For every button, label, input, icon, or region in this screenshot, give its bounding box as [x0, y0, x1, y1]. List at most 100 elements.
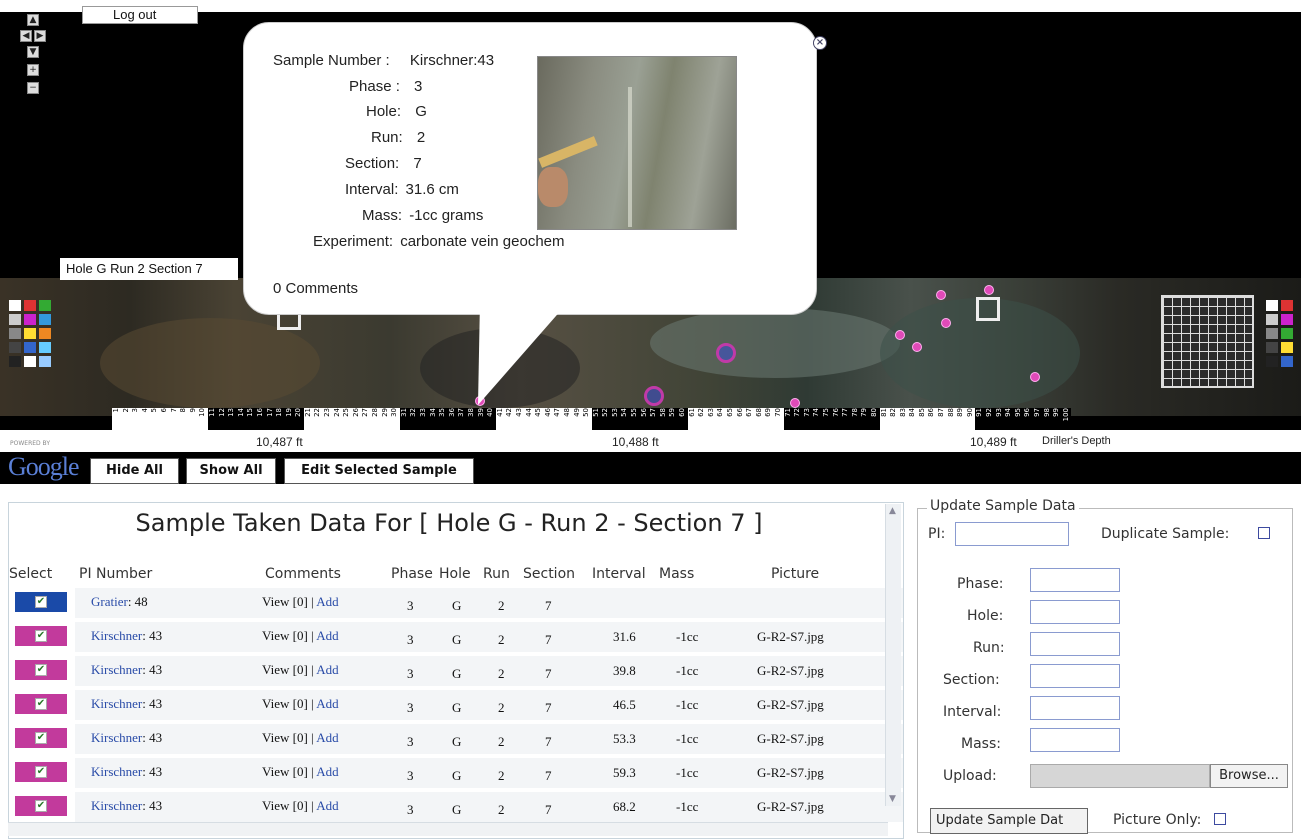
show-all-button[interactable]: Show All — [186, 458, 276, 484]
hole-cell: G — [452, 598, 462, 613]
pi-name-link[interactable]: Kirschner — [91, 662, 142, 677]
cm-ruler: 1 2 3 4 5 6 7 8 9 10 11 12 13 14 15 16 17 18 19 20 21 22 23 24 2… — [112, 408, 1072, 430]
ruler-tick-label: 89 — [956, 408, 965, 417]
ruler-tick-label: 5 — [150, 408, 159, 413]
ruler-tick-label: 51 — [591, 408, 600, 417]
sample-marker-selected[interactable] — [644, 386, 664, 406]
select-toggle[interactable]: ✔ — [15, 694, 67, 714]
phase-input[interactable] — [1030, 568, 1120, 592]
table-scrollbar[interactable]: ▲ ▼ — [885, 504, 901, 806]
select-checkbox[interactable]: ✔ — [35, 630, 47, 642]
select-checkbox[interactable]: ✔ — [35, 596, 47, 608]
ruler-tick-label: 10 — [198, 408, 207, 417]
hole-input[interactable] — [1030, 600, 1120, 624]
sample-marker-dot[interactable] — [936, 290, 946, 300]
sample-marker-dot[interactable] — [941, 318, 951, 328]
select-toggle[interactable]: ✔ — [15, 762, 67, 782]
select-toggle[interactable]: ✔ — [15, 796, 67, 816]
select-checkbox[interactable]: ✔ — [35, 698, 47, 710]
run-cell: 2 — [498, 700, 505, 715]
ruler-tick-label: 70 — [773, 408, 782, 417]
scroll-down-icon[interactable]: ▼ — [889, 794, 896, 804]
pan-left-icon[interactable]: ◀ — [20, 30, 32, 42]
hide-all-button[interactable]: Hide All — [90, 458, 179, 484]
upload-file-field[interactable] — [1030, 764, 1210, 788]
view-comments-link[interactable]: View [0] — [262, 798, 308, 813]
comments-link[interactable]: 0 Comments — [273, 280, 358, 297]
add-comment-link[interactable]: Add — [316, 730, 338, 745]
pan-right-icon[interactable]: ▶ — [34, 30, 46, 42]
ruler-tick-label: 93 — [994, 408, 1003, 417]
pi-name-link[interactable]: Kirschner — [91, 696, 142, 711]
add-comment-link[interactable]: Add — [316, 764, 338, 779]
edit-selected-sample-button[interactable]: Edit Selected Sample — [284, 458, 474, 484]
sample-marker-dot[interactable] — [1030, 372, 1040, 382]
table-row[interactable]: ✔ Kirschner: 43 View [0] | Add 3 G 2 7 31.6 -1cc… — [9, 622, 903, 656]
zoom-out-icon[interactable]: − — [27, 82, 39, 94]
ruler-tick-label: 58 — [658, 408, 667, 417]
section-input[interactable] — [1030, 664, 1120, 688]
pan-up-icon[interactable]: ▲ — [27, 14, 39, 26]
sample-marker-square[interactable] — [976, 297, 1000, 321]
view-comments-link[interactable]: View [0] — [262, 730, 308, 745]
section-label: Section: — [943, 672, 1000, 688]
duplicate-sample-checkbox[interactable] — [1258, 527, 1270, 539]
sample-marker-selected[interactable] — [716, 343, 736, 363]
select-toggle[interactable]: ✔ — [15, 626, 67, 646]
view-comments-link[interactable]: View [0] — [262, 696, 308, 711]
view-comments-link[interactable]: View [0] — [262, 662, 308, 677]
select-toggle[interactable]: ✔ — [15, 592, 67, 612]
pi-name-link[interactable]: Kirschner — [91, 730, 142, 745]
run-input[interactable] — [1030, 632, 1120, 656]
sample-marker-dot[interactable] — [984, 285, 994, 295]
ruler-tick-label: 6 — [159, 408, 168, 413]
view-comments-link[interactable]: View [0] — [262, 594, 308, 609]
sample-marker-dot[interactable] — [912, 342, 922, 352]
table-row[interactable]: ✔ Kirschner: 43 View [0] | Add 3 G 2 7 39.8 -1cc… — [9, 656, 903, 690]
table-row[interactable]: ✔ Kirschner: 43 View [0] | Add 3 G 2 7 53.3 -1cc… — [9, 724, 903, 758]
column-header-phase: Phase — [391, 566, 433, 582]
select-toggle[interactable]: ✔ — [15, 728, 67, 748]
add-comment-link[interactable]: Add — [316, 662, 338, 677]
table-horizontal-scrollbar[interactable] — [8, 822, 888, 836]
add-comment-link[interactable]: Add — [316, 798, 338, 813]
ruler-tick-label: 8 — [179, 408, 188, 413]
table-row[interactable]: ✔ Kirschner: 43 View [0] | Add 3 G 2 7 68.2 -1cc… — [9, 792, 903, 826]
pan-down-icon[interactable]: ▼ — [27, 46, 39, 58]
table-row[interactable]: ✔ Kirschner: 43 View [0] | Add 3 G 2 7 46.5 -1cc… — [9, 690, 903, 724]
zoom-in-icon[interactable]: + — [27, 64, 39, 76]
sample-marker-dot[interactable] — [895, 330, 905, 340]
mass-cell: -1cc — [676, 629, 699, 644]
sample-marker-dot[interactable] — [790, 398, 800, 408]
google-logo[interactable]: Google — [8, 452, 80, 482]
hole-cell: G — [452, 700, 462, 715]
pi-name-link[interactable]: Kirschner — [91, 764, 142, 779]
pi-name-link[interactable]: Kirschner — [91, 798, 142, 813]
interval-input[interactable] — [1030, 696, 1120, 720]
browse-button[interactable]: Browse... — [1210, 764, 1288, 788]
select-checkbox[interactable]: ✔ — [35, 664, 47, 676]
select-toggle[interactable]: ✔ — [15, 660, 67, 680]
close-icon[interactable]: × — [813, 36, 827, 50]
view-comments-link[interactable]: View [0] — [262, 764, 308, 779]
select-checkbox[interactable]: ✔ — [35, 800, 47, 812]
update-sample-data-button[interactable]: Update Sample Dat — [930, 808, 1088, 834]
interval-cell: 46.5 — [613, 697, 636, 712]
add-comment-link[interactable]: Add — [316, 696, 338, 711]
sample-photo-thumbnail[interactable] — [537, 56, 737, 230]
add-comment-link[interactable]: Add — [316, 594, 338, 609]
picture-only-checkbox[interactable] — [1214, 813, 1226, 825]
pi-name-link[interactable]: Kirschner — [91, 628, 142, 643]
table-row[interactable]: ✔ Gratier: 48 View [0] | Add 3 G 2 7 — [9, 588, 903, 622]
scroll-up-icon[interactable]: ▲ — [889, 506, 896, 516]
add-comment-link[interactable]: Add — [316, 628, 338, 643]
table-row[interactable]: ✔ Kirschner: 43 View [0] | Add 3 G 2 7 59.3 -1cc… — [9, 758, 903, 792]
logout-button[interactable]: Log out — [82, 6, 198, 24]
select-checkbox[interactable]: ✔ — [35, 732, 47, 744]
pi-input[interactable] — [955, 522, 1069, 546]
select-checkbox[interactable]: ✔ — [35, 766, 47, 778]
mass-input[interactable] — [1030, 728, 1120, 752]
view-comments-link[interactable]: View [0] — [262, 628, 308, 643]
ruler-tick-label: 99 — [1052, 408, 1061, 417]
pi-name-link[interactable]: Gratier — [91, 594, 128, 609]
